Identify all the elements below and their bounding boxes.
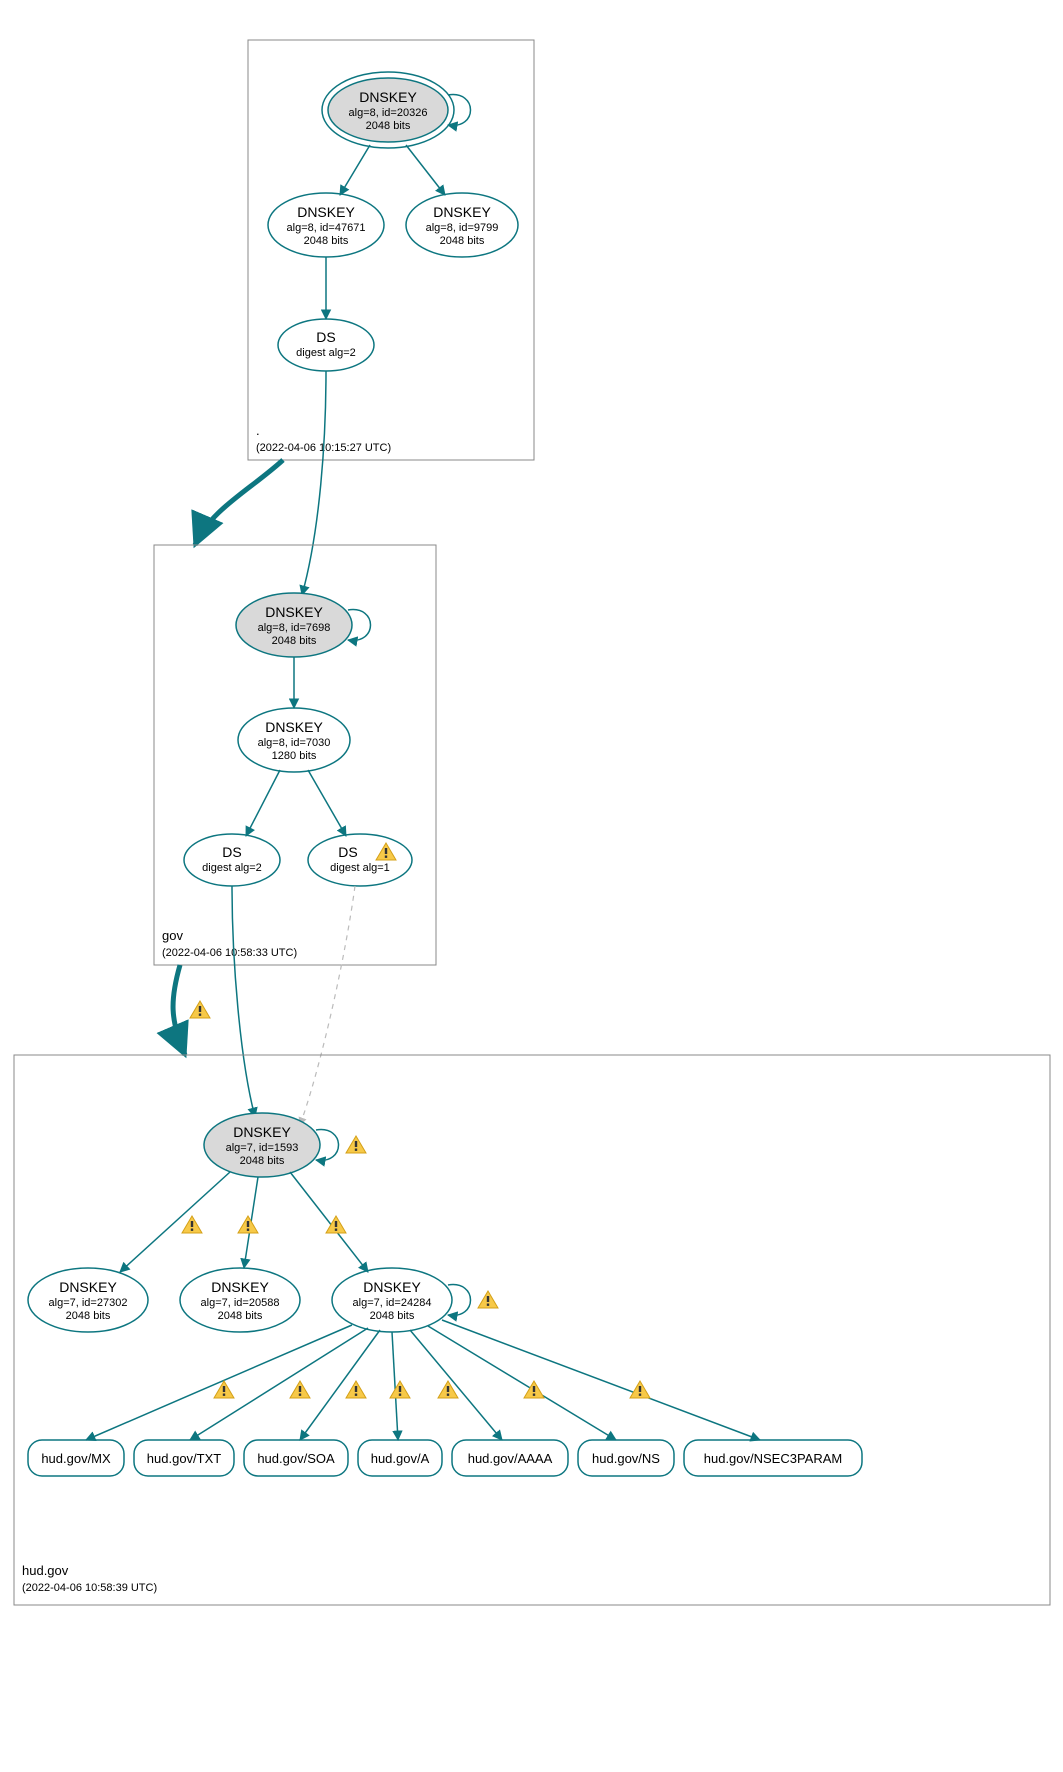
svg-text:2048 bits: 2048 bits bbox=[440, 235, 485, 247]
zone-gov-name: gov bbox=[162, 928, 183, 943]
edge-deleg-gov-hud bbox=[173, 965, 185, 1055]
zone-hud-time: (2022-04-06 10:58:39 UTC) bbox=[22, 1582, 157, 1594]
svg-text:alg=7, id=24284: alg=7, id=24284 bbox=[353, 1297, 432, 1309]
svg-text:1280 bits: 1280 bits bbox=[272, 750, 317, 762]
svg-text:alg=7, id=20588: alg=7, id=20588 bbox=[201, 1297, 280, 1309]
svg-text:DNSKEY: DNSKEY bbox=[211, 1279, 269, 1295]
svg-text:digest alg=2: digest alg=2 bbox=[202, 862, 262, 874]
warning-icon bbox=[630, 1381, 650, 1398]
zone-gov: gov (2022-04-06 10:58:33 UTC) DNSKEY alg… bbox=[154, 545, 436, 965]
svg-text:alg=8, id=7030: alg=8, id=7030 bbox=[258, 737, 331, 749]
svg-text:alg=7, id=27302: alg=7, id=27302 bbox=[49, 1297, 128, 1309]
warning-icon bbox=[290, 1381, 310, 1398]
node-hud-zsk3[interactable]: DNSKEY alg=7, id=24284 2048 bits bbox=[332, 1268, 452, 1332]
svg-text:2048 bits: 2048 bits bbox=[218, 1310, 263, 1322]
svg-text:hud.gov/MX: hud.gov/MX bbox=[41, 1451, 111, 1466]
node-hud-zsk2[interactable]: DNSKEY alg=7, id=20588 2048 bits bbox=[180, 1268, 300, 1332]
svg-text:digest alg=1: digest alg=1 bbox=[330, 862, 390, 874]
node-rr-mx[interactable]: hud.gov/MX bbox=[28, 1440, 124, 1476]
svg-text:2048 bits: 2048 bits bbox=[304, 235, 349, 247]
edge-zsk3-nsec3 bbox=[442, 1320, 760, 1440]
zone-hud-name: hud.gov bbox=[22, 1563, 69, 1578]
warning-icon bbox=[326, 1216, 346, 1233]
edge-zsk3-ns bbox=[428, 1326, 616, 1440]
edge-rootksk-zsk1 bbox=[340, 145, 370, 195]
node-hud-zsk1[interactable]: DNSKEY alg=7, id=27302 2048 bits bbox=[28, 1268, 148, 1332]
edge-govzsk-ds1 bbox=[246, 770, 280, 836]
svg-text:DS: DS bbox=[338, 844, 357, 860]
warning-icon bbox=[238, 1216, 258, 1233]
svg-text:hud.gov/AAAA: hud.gov/AAAA bbox=[468, 1451, 553, 1466]
svg-text:alg=8, id=47671: alg=8, id=47671 bbox=[287, 222, 366, 234]
svg-text:2048 bits: 2048 bits bbox=[370, 1310, 415, 1322]
svg-text:DNSKEY: DNSKEY bbox=[297, 204, 355, 220]
svg-text:hud.gov/A: hud.gov/A bbox=[371, 1451, 430, 1466]
zone-root-name: . bbox=[256, 423, 260, 438]
node-hud-ksk[interactable]: DNSKEY alg=7, id=1593 2048 bits bbox=[204, 1113, 320, 1177]
svg-text:DNSKEY: DNSKEY bbox=[359, 89, 417, 105]
edge-hudksk-zsk3 bbox=[290, 1172, 368, 1272]
svg-text:DNSKEY: DNSKEY bbox=[265, 604, 323, 620]
edge-govds2-hudksk bbox=[300, 886, 355, 1125]
edge-hudksk-zsk1 bbox=[120, 1172, 230, 1272]
svg-text:alg=8, id=9799: alg=8, id=9799 bbox=[426, 222, 499, 234]
svg-text:hud.gov/NSEC3PARAM: hud.gov/NSEC3PARAM bbox=[704, 1451, 843, 1466]
edge-govzsk-ds2 bbox=[308, 770, 346, 836]
node-gov-ds1[interactable]: DS digest alg=2 bbox=[184, 834, 280, 886]
svg-text:alg=8, id=20326: alg=8, id=20326 bbox=[349, 107, 428, 119]
node-rr-nsec3[interactable]: hud.gov/NSEC3PARAM bbox=[684, 1440, 862, 1476]
warning-icon bbox=[524, 1381, 544, 1398]
node-gov-zsk[interactable]: DNSKEY alg=8, id=7030 1280 bits bbox=[238, 708, 350, 772]
svg-text:2048 bits: 2048 bits bbox=[240, 1155, 285, 1167]
node-root-zsk2[interactable]: DNSKEY alg=8, id=9799 2048 bits bbox=[406, 193, 518, 257]
node-rr-txt[interactable]: hud.gov/TXT bbox=[134, 1440, 234, 1476]
node-rr-ns[interactable]: hud.gov/NS bbox=[578, 1440, 674, 1476]
svg-text:DS: DS bbox=[316, 329, 335, 345]
warning-icon bbox=[478, 1291, 498, 1308]
warning-icon bbox=[346, 1381, 366, 1398]
warning-icon bbox=[190, 1001, 210, 1018]
node-rr-aaaa[interactable]: hud.gov/AAAA bbox=[452, 1440, 568, 1476]
node-root-ds[interactable]: DS digest alg=2 bbox=[278, 319, 374, 371]
svg-text:2048 bits: 2048 bits bbox=[66, 1310, 111, 1322]
node-gov-ds2[interactable]: DS digest alg=1 bbox=[308, 834, 412, 886]
node-root-ksk[interactable]: DNSKEY alg=8, id=20326 2048 bits bbox=[322, 72, 454, 148]
svg-text:DNSKEY: DNSKEY bbox=[265, 719, 323, 735]
svg-text:2048 bits: 2048 bits bbox=[272, 635, 317, 647]
svg-text:alg=7, id=1593: alg=7, id=1593 bbox=[226, 1142, 299, 1154]
edge-govds1-hudksk bbox=[232, 886, 255, 1117]
node-gov-ksk[interactable]: DNSKEY alg=8, id=7698 2048 bits bbox=[236, 593, 352, 657]
svg-text:DNSKEY: DNSKEY bbox=[433, 204, 491, 220]
warning-icon bbox=[182, 1216, 202, 1233]
zone-hudgov: hud.gov (2022-04-06 10:58:39 UTC) DNSKEY… bbox=[14, 1055, 1050, 1605]
node-root-zsk1[interactable]: DNSKEY alg=8, id=47671 2048 bits bbox=[268, 193, 384, 257]
warning-icon bbox=[346, 1136, 366, 1153]
zone-gov-time: (2022-04-06 10:58:33 UTC) bbox=[162, 947, 297, 959]
svg-text:digest alg=2: digest alg=2 bbox=[296, 347, 356, 359]
edge-rootksk-zsk2 bbox=[406, 145, 445, 195]
warning-icon bbox=[390, 1381, 410, 1398]
svg-text:hud.gov/TXT: hud.gov/TXT bbox=[147, 1451, 221, 1466]
svg-text:2048 bits: 2048 bits bbox=[366, 120, 411, 132]
zone-root: . (2022-04-06 10:15:27 UTC) DNSKEY alg=8… bbox=[248, 40, 534, 460]
svg-text:hud.gov/NS: hud.gov/NS bbox=[592, 1451, 660, 1466]
edge-deleg-root-gov bbox=[195, 460, 283, 545]
node-rr-soa[interactable]: hud.gov/SOA bbox=[244, 1440, 348, 1476]
svg-text:alg=8, id=7698: alg=8, id=7698 bbox=[258, 622, 331, 634]
edge-rootds-govksk bbox=[302, 371, 326, 595]
node-rr-a[interactable]: hud.gov/A bbox=[358, 1440, 442, 1476]
svg-text:DNSKEY: DNSKEY bbox=[233, 1124, 291, 1140]
svg-text:DS: DS bbox=[222, 844, 241, 860]
svg-text:DNSKEY: DNSKEY bbox=[59, 1279, 117, 1295]
edge-zsk3-aaaa bbox=[410, 1330, 502, 1440]
svg-text:hud.gov/SOA: hud.gov/SOA bbox=[257, 1451, 335, 1466]
svg-text:DNSKEY: DNSKEY bbox=[363, 1279, 421, 1295]
